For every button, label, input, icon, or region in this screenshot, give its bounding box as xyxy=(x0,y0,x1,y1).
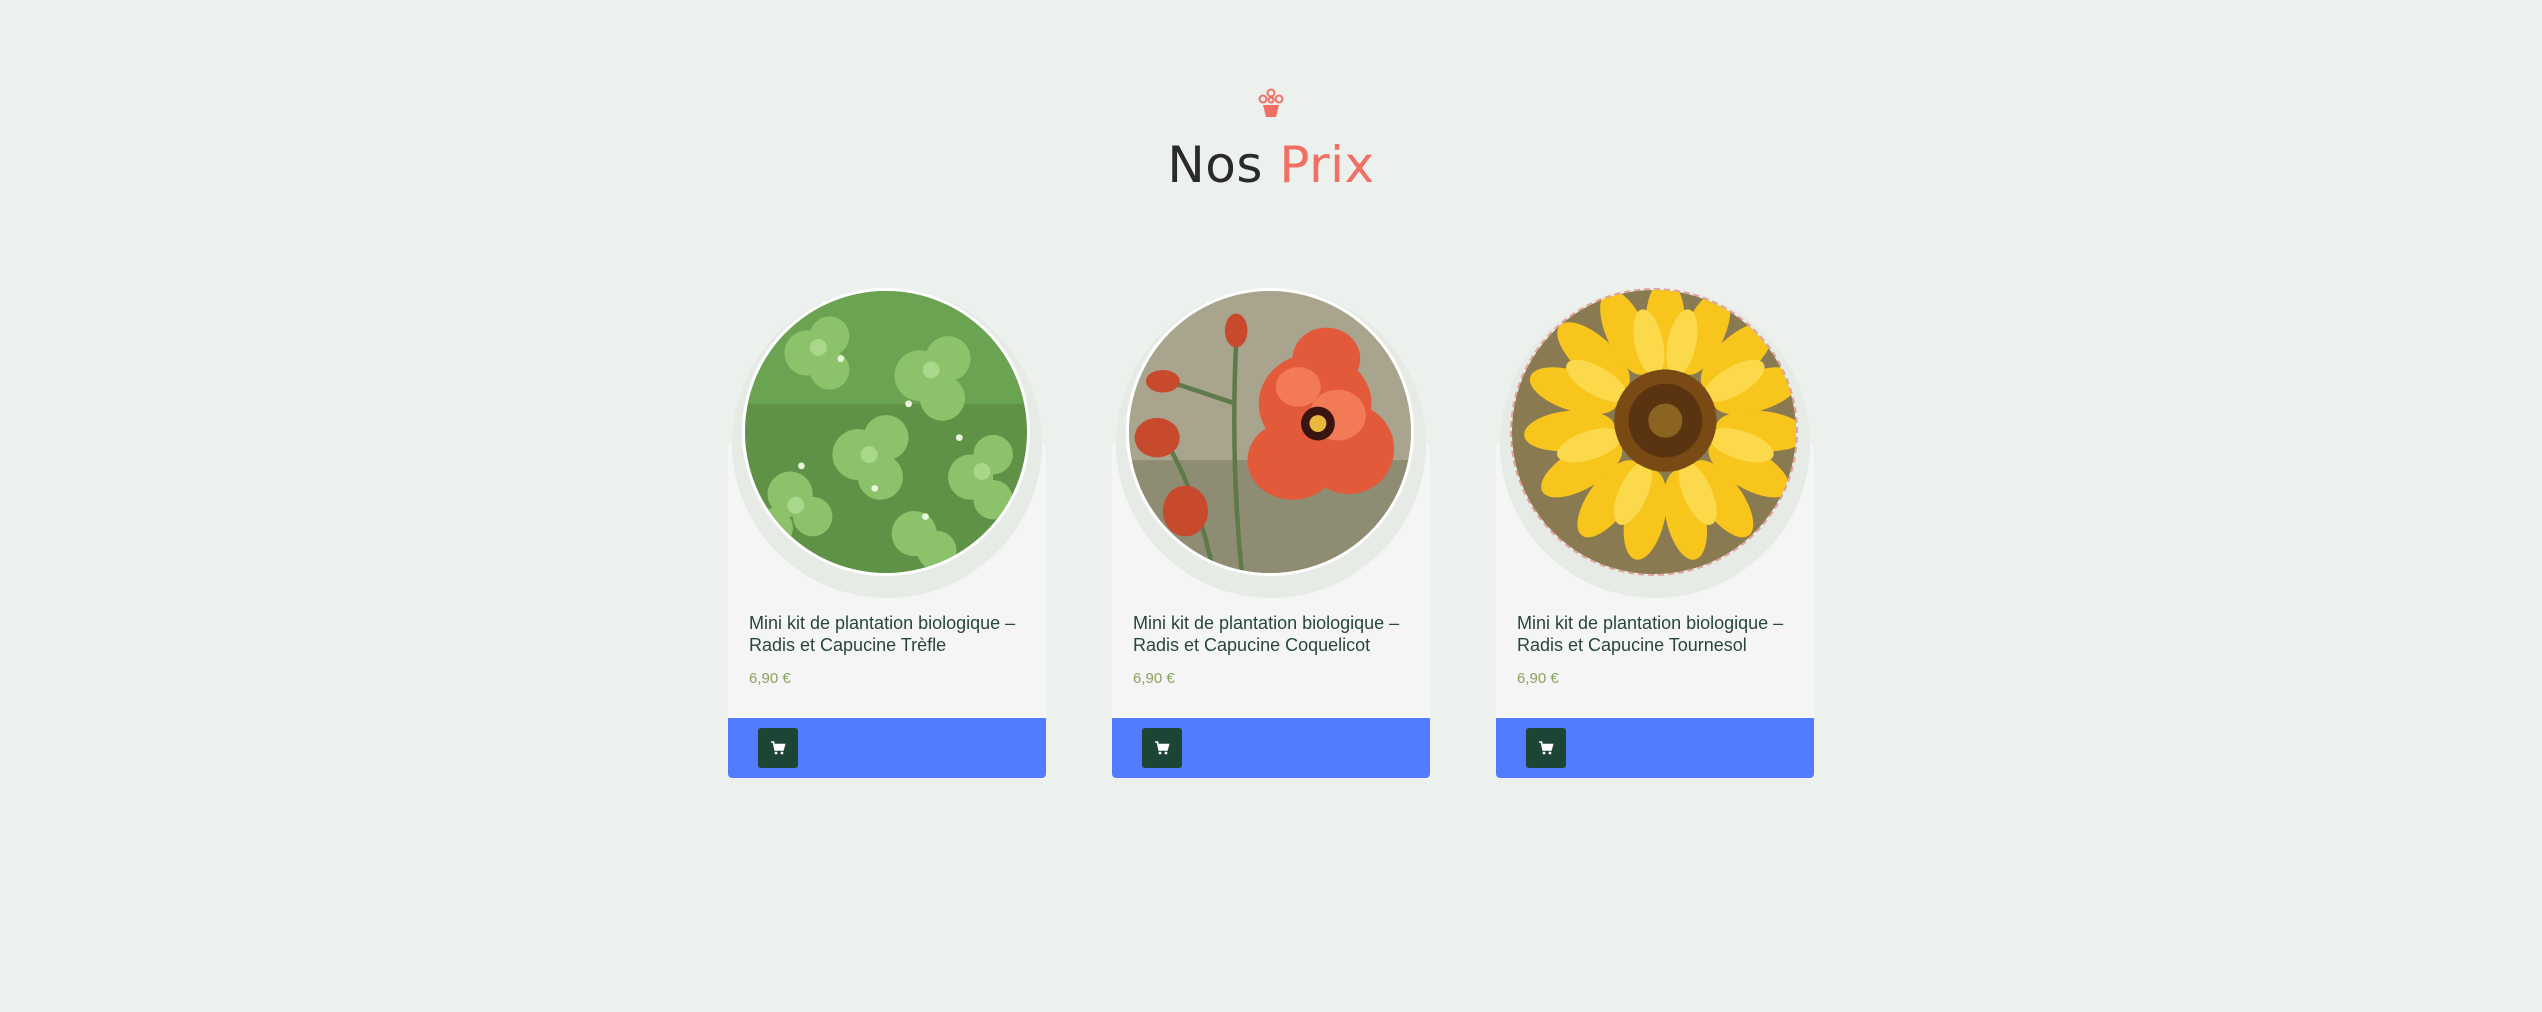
add-to-cart-button[interactable] xyxy=(1142,728,1182,768)
shopping-cart-icon xyxy=(771,741,786,755)
shopping-cart-icon xyxy=(1155,741,1170,755)
product-name[interactable]: Mini kit de plantation biologique – Radi… xyxy=(1517,612,1801,656)
product-name[interactable]: Mini kit de plantation biologique – Radi… xyxy=(1133,612,1417,656)
add-to-cart-button[interactable] xyxy=(1526,728,1566,768)
section-title: Nos Prix xyxy=(0,133,2542,197)
sunflower-photo[interactable] xyxy=(1510,288,1798,576)
clover-leaves-photo[interactable] xyxy=(742,288,1030,576)
product-card-coquelicot: Mini kit de plantation biologique – Radi… xyxy=(1112,284,1430,778)
product-name[interactable]: Mini kit de plantation biologique – Radi… xyxy=(749,612,1033,656)
shopping-cart-icon xyxy=(1539,741,1554,755)
title-accent: Prix xyxy=(1279,136,1375,194)
cart-bar xyxy=(728,718,1046,778)
section-header: Nos Prix xyxy=(0,86,2542,197)
title-main: Nos xyxy=(1167,136,1263,194)
product-card-tournesol: Mini kit de plantation biologique – Radi… xyxy=(1496,284,1814,778)
product-price: 6,90 € xyxy=(1133,670,1175,687)
product-price: 6,90 € xyxy=(1517,670,1559,687)
cart-bar xyxy=(1112,718,1430,778)
product-price: 6,90 € xyxy=(749,670,791,687)
red-poppy-photo[interactable] xyxy=(1126,288,1414,576)
flower-pot-icon xyxy=(1254,86,1288,120)
cart-bar xyxy=(1496,718,1814,778)
product-card-trefle: Mini kit de plantation biologique – Radi… xyxy=(728,284,1046,778)
add-to-cart-button[interactable] xyxy=(758,728,798,768)
product-list: Mini kit de plantation biologique – Radi… xyxy=(728,284,1814,780)
